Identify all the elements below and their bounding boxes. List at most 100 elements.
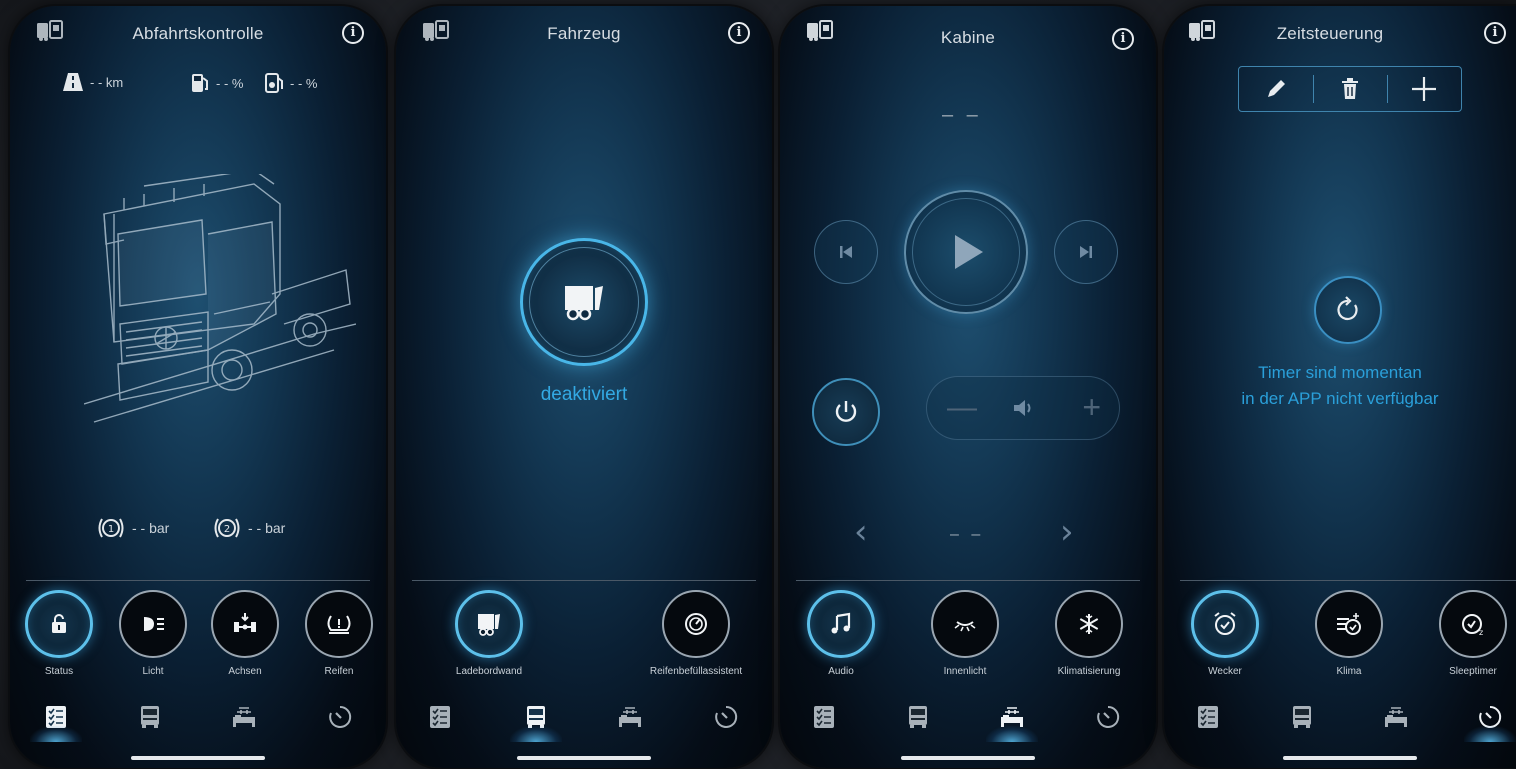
tab-cabin[interactable] xyxy=(600,692,660,742)
climate-timer-icon xyxy=(1337,613,1361,635)
info-icon[interactable]: i xyxy=(1484,22,1506,44)
tail-lift-toggle[interactable] xyxy=(520,238,648,366)
truck-illustration xyxy=(84,174,356,423)
volume-down-button[interactable]: — xyxy=(947,391,977,425)
bed-icon xyxy=(619,707,641,727)
feature-label: Audio xyxy=(828,666,854,677)
info-icon[interactable]: i xyxy=(1112,28,1134,50)
feature-label: Innenlicht xyxy=(943,666,987,677)
volume-control: — + xyxy=(926,376,1120,440)
feature-klima[interactable]: Klima xyxy=(1304,590,1394,677)
message-line-2: in der APP nicht verfügbar xyxy=(1241,389,1439,408)
feature-achsen[interactable]: Achsen xyxy=(200,590,290,677)
tab-checklist[interactable] xyxy=(794,692,854,742)
home-indicator xyxy=(901,756,1035,760)
tab-bar xyxy=(780,692,1156,742)
bed-icon xyxy=(233,707,255,727)
source-label: – – xyxy=(950,526,985,543)
next-button[interactable] xyxy=(1054,220,1118,284)
tab-vehicle[interactable] xyxy=(120,692,180,742)
feature-label: Klima xyxy=(1336,666,1362,677)
power-button[interactable] xyxy=(812,378,880,446)
edit-button[interactable] xyxy=(1239,67,1313,111)
top-bar: Fahrzeug i xyxy=(396,14,772,50)
feature-sleeptimer[interactable]: z Sleeptimer xyxy=(1428,590,1516,677)
tab-checklist[interactable] xyxy=(410,692,470,742)
feature-klima-ring xyxy=(1315,590,1383,658)
tab-cabin[interactable] xyxy=(1366,692,1426,742)
feature-klimatisierung[interactable]: Klimatisierung xyxy=(1044,590,1134,677)
tire-pressure-icon xyxy=(327,615,351,634)
feature-wecker[interactable]: Wecker xyxy=(1180,590,1270,677)
tab-bar xyxy=(396,692,772,742)
tab-timer[interactable] xyxy=(1078,692,1138,742)
tab-cabin[interactable] xyxy=(214,692,274,742)
tail-lift-icon xyxy=(478,614,500,636)
timer-icon xyxy=(1097,705,1120,728)
feature-row: Status Licht Achsen Reifen xyxy=(10,590,386,682)
add-button[interactable] xyxy=(1387,67,1461,111)
feature-status[interactable]: Status xyxy=(14,590,104,677)
tab-vehicle[interactable] xyxy=(1272,692,1332,742)
reload-button[interactable] xyxy=(1314,276,1382,344)
top-bar: Abfahrtskontrolle i xyxy=(10,14,386,50)
feature-label: Reifenbefüllassistent xyxy=(649,666,743,677)
feature-reifen[interactable]: Reifen xyxy=(294,590,384,677)
play-icon xyxy=(955,235,983,269)
volume-up-button[interactable]: + xyxy=(1082,389,1101,426)
screen-fahrzeug: Fahrzeug i deaktiviert Ladebordwand Reif… xyxy=(396,6,772,768)
tab-bar xyxy=(1164,692,1516,742)
delete-button[interactable] xyxy=(1313,67,1387,111)
fuel-stat: - - % xyxy=(190,72,243,94)
previous-source-button[interactable]: ‹ xyxy=(854,512,868,552)
info-icon[interactable]: i xyxy=(728,22,750,44)
range-stat: - - km xyxy=(62,72,123,92)
feature-label: Reifen xyxy=(324,666,354,677)
tab-timer[interactable] xyxy=(310,692,370,742)
checklist-icon xyxy=(46,706,66,728)
divider xyxy=(412,580,756,581)
play-button[interactable] xyxy=(904,190,1028,314)
tab-timer[interactable] xyxy=(1460,692,1516,742)
tire-pressure-1: 1 - - bar xyxy=(96,516,169,540)
info-icon[interactable]: i xyxy=(342,22,364,44)
road-icon xyxy=(63,73,83,91)
feature-ladebordwand[interactable]: Ladebordwand xyxy=(444,590,534,677)
tab-cabin[interactable] xyxy=(982,692,1042,742)
tire-1-icon: 1 xyxy=(98,518,124,538)
tab-vehicle[interactable] xyxy=(888,692,948,742)
checklist-icon xyxy=(1198,706,1218,728)
feature-licht[interactable]: Licht xyxy=(108,590,198,677)
feature-achsen-ring xyxy=(211,590,279,658)
previous-button[interactable] xyxy=(814,220,878,284)
tab-bar xyxy=(10,692,386,742)
tab-vehicle[interactable] xyxy=(506,692,566,742)
screen-abfahrtskontrolle: Abfahrtskontrolle i - - km - - % - - % 1… xyxy=(10,6,386,768)
message-line-1: Timer sind momentan xyxy=(1258,363,1422,382)
feature-wecker-ring xyxy=(1191,590,1259,658)
snowflake-icon xyxy=(1079,614,1099,634)
page-title: Fahrzeug xyxy=(547,24,621,43)
tab-timer[interactable] xyxy=(696,692,756,742)
feature-innenlicht[interactable]: Innenlicht xyxy=(920,590,1010,677)
truck-front-icon xyxy=(909,706,927,728)
top-bar: Zeitsteuerung i xyxy=(1164,14,1516,50)
tab-checklist[interactable] xyxy=(26,692,86,742)
tab-checklist[interactable] xyxy=(1178,692,1238,742)
page-title: Zeitsteuerung xyxy=(1276,24,1384,43)
home-indicator xyxy=(517,756,651,760)
top-bar: Kabine i xyxy=(780,14,1156,50)
skip-back-icon xyxy=(840,246,852,258)
timer-unavailable-message: Timer sind momentan in der APP nicht ver… xyxy=(1164,360,1516,412)
bed-icon xyxy=(1385,707,1407,727)
feature-audio[interactable]: Audio xyxy=(796,590,886,677)
range-value: - - km xyxy=(90,74,124,90)
next-source-button[interactable]: › xyxy=(1060,512,1074,552)
tire-2-icon: 2 xyxy=(214,518,240,538)
page-title: Abfahrtskontrolle xyxy=(132,24,264,43)
feature-reifenbefuellassistent[interactable]: Reifenbefüllassistent xyxy=(626,590,766,677)
feature-label: Sleeptimer xyxy=(1449,666,1497,677)
truck-front-icon xyxy=(527,706,545,728)
headlight-icon xyxy=(144,617,164,631)
checklist-icon xyxy=(430,706,450,728)
